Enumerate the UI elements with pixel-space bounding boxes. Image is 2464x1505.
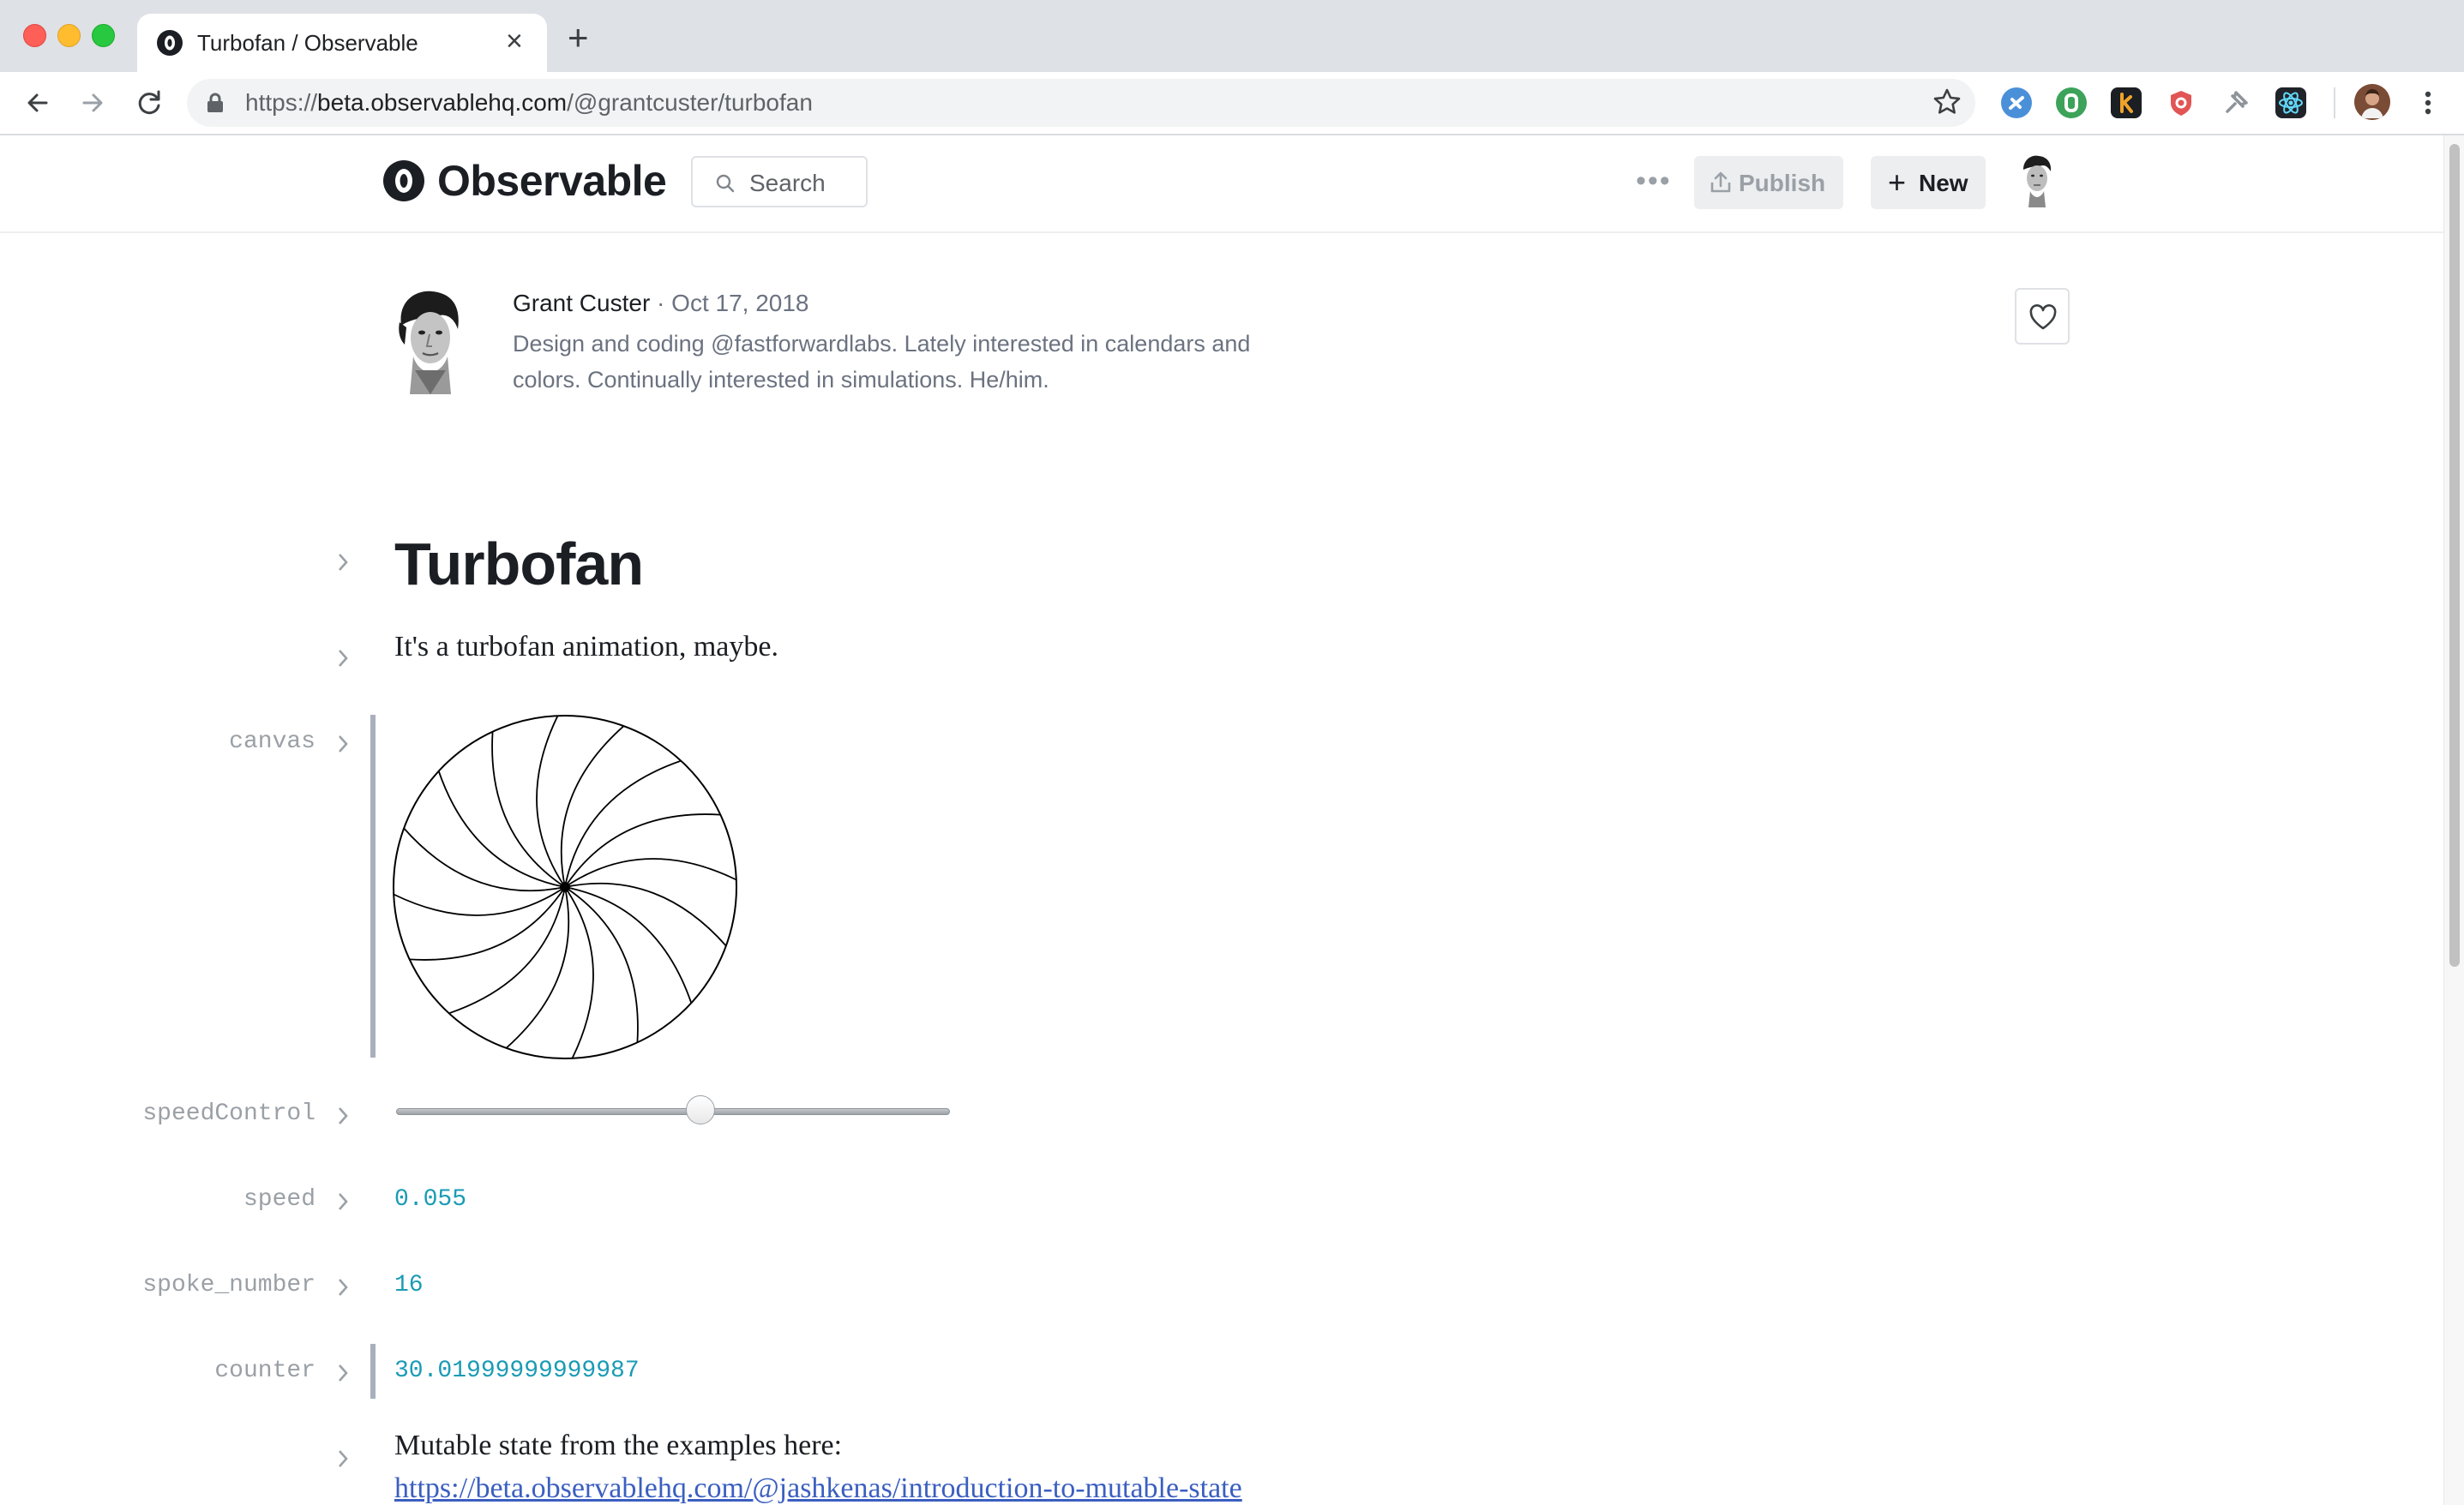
browser-toolbar: https://beta.observablehq.com/@grantcust… xyxy=(0,72,2464,135)
fan-spoke xyxy=(564,886,639,1043)
tab-title: Turbofan / Observable xyxy=(197,30,418,56)
spoke-number-value: 16 xyxy=(394,1272,424,1298)
plus-icon: + xyxy=(1888,165,1907,200)
publish-label: Publish xyxy=(1739,170,1826,196)
fan-spoke xyxy=(393,886,566,916)
chevron-right-icon[interactable] xyxy=(336,1277,350,1298)
user-avatar[interactable] xyxy=(2015,153,2059,207)
like-button[interactable] xyxy=(2015,288,2070,345)
observable-header: Observable Search ••• Publish + New xyxy=(0,135,2443,233)
running-cell-indicator xyxy=(370,715,376,1058)
feedly-icon[interactable] xyxy=(2001,87,2032,118)
fan-spoke xyxy=(564,886,693,1004)
running-cell-indicator xyxy=(370,1344,376,1399)
upload-icon xyxy=(1710,171,1731,193)
slider-track[interactable] xyxy=(396,1108,950,1115)
tab-close-icon[interactable]: × xyxy=(506,26,523,57)
new-label: New xyxy=(1919,170,1968,196)
url-host: beta.observablehq.com xyxy=(317,89,568,116)
chevron-right-icon[interactable] xyxy=(336,1106,350,1126)
fan-spoke xyxy=(564,759,682,888)
fan-spoke xyxy=(564,858,737,888)
heart-icon xyxy=(2029,304,2057,330)
chevron-right-icon[interactable] xyxy=(336,1363,350,1383)
turbofan-canvas xyxy=(393,715,737,1059)
dashlane-icon[interactable] xyxy=(2056,87,2087,118)
lock-icon xyxy=(207,93,223,112)
chevron-right-icon[interactable] xyxy=(336,552,350,573)
zoom-window-button[interactable] xyxy=(92,24,115,47)
page-scrollbar[interactable] xyxy=(2443,135,2464,1505)
toolbar-divider xyxy=(2334,87,2335,118)
back-arrow-icon[interactable] xyxy=(19,84,57,122)
fan-hub xyxy=(560,882,570,892)
author-separator: · xyxy=(650,290,672,316)
browser-tab-active[interactable]: Turbofan / Observable × xyxy=(137,14,547,72)
observable-favicon-icon xyxy=(157,30,183,56)
address-bar[interactable]: https://beta.observablehq.com/@grantcust… xyxy=(187,79,1975,127)
shield-icon[interactable] xyxy=(2166,87,2197,118)
chevron-right-icon[interactable] xyxy=(336,734,350,754)
chevron-right-icon[interactable] xyxy=(336,1191,350,1212)
author-line: Grant Custer · Oct 17, 2018 xyxy=(513,290,809,317)
author-avatar[interactable] xyxy=(389,288,470,394)
chevron-right-icon[interactable] xyxy=(336,648,350,669)
slider-thumb[interactable] xyxy=(686,1095,716,1124)
fan-spoke xyxy=(448,886,566,1015)
cell-name-spoke-number[interactable]: spoke_number xyxy=(142,1272,316,1298)
url-text: https://beta.observablehq.com/@grantcust… xyxy=(245,89,813,117)
publish-button[interactable]: Publish xyxy=(1694,156,1843,209)
search-icon xyxy=(716,174,735,193)
cell-name-speedControl[interactable]: speedControl xyxy=(142,1100,316,1127)
cell-name-speed[interactable]: speed xyxy=(243,1186,316,1213)
cell-name-canvas[interactable]: canvas xyxy=(229,729,316,755)
scrollbar-thumb[interactable] xyxy=(2449,144,2460,967)
url-path: /@grantcuster/turbofan xyxy=(567,89,813,116)
mutable-state-link[interactable]: https://beta.observablehq.com/@jashkenas… xyxy=(394,1472,1242,1505)
notebook-intro: It's a turbofan animation, maybe. xyxy=(394,631,778,663)
observable-brand[interactable]: Observable xyxy=(437,156,667,206)
fan-spoke xyxy=(564,886,594,1059)
new-tab-button[interactable]: + xyxy=(568,20,589,56)
kindle-icon[interactable] xyxy=(2111,87,2142,118)
forward-arrow-icon[interactable] xyxy=(74,84,111,122)
browser-profile-avatar[interactable] xyxy=(2354,84,2390,120)
browser-titlebar: Turbofan / Observable × + xyxy=(0,0,2464,72)
pin-icon[interactable] xyxy=(2221,87,2251,118)
browser-menu-icon[interactable] xyxy=(2418,84,2438,122)
close-window-button[interactable] xyxy=(23,24,46,47)
publish-date: Oct 17, 2018 xyxy=(671,290,809,316)
cell-name-counter[interactable]: counter xyxy=(214,1358,316,1384)
search-input[interactable]: Search xyxy=(691,156,868,207)
bookmark-star-icon[interactable] xyxy=(1932,87,1962,117)
react-devtools-icon[interactable] xyxy=(2275,87,2306,118)
fan-spoke xyxy=(491,731,566,888)
url-prefix: https:// xyxy=(245,89,318,116)
speed-value: 0.055 xyxy=(394,1186,467,1213)
counter-value: 30.01999999999987 xyxy=(394,1358,640,1384)
fan-spoke xyxy=(437,770,566,888)
search-placeholder: Search xyxy=(749,170,826,196)
chevron-right-icon[interactable] xyxy=(336,1448,350,1469)
more-options-icon[interactable]: ••• xyxy=(1636,165,1672,198)
author-bio: Design and coding @fastforwardlabs. Late… xyxy=(513,331,1251,393)
author-name[interactable]: Grant Custer xyxy=(513,290,650,316)
new-notebook-button[interactable]: + New xyxy=(1871,156,1986,209)
fan-spoke xyxy=(536,715,566,888)
reload-icon[interactable] xyxy=(130,84,168,122)
notebook-title: Turbofan xyxy=(394,531,644,597)
minimize-window-button[interactable] xyxy=(57,24,81,47)
speed-slider[interactable] xyxy=(396,1094,950,1128)
mutable-state-text: Mutable state from the examples here: xyxy=(394,1430,843,1461)
observable-logo-icon[interactable] xyxy=(382,159,425,202)
fan-spoke xyxy=(409,886,566,961)
fan-spoke xyxy=(564,813,721,888)
